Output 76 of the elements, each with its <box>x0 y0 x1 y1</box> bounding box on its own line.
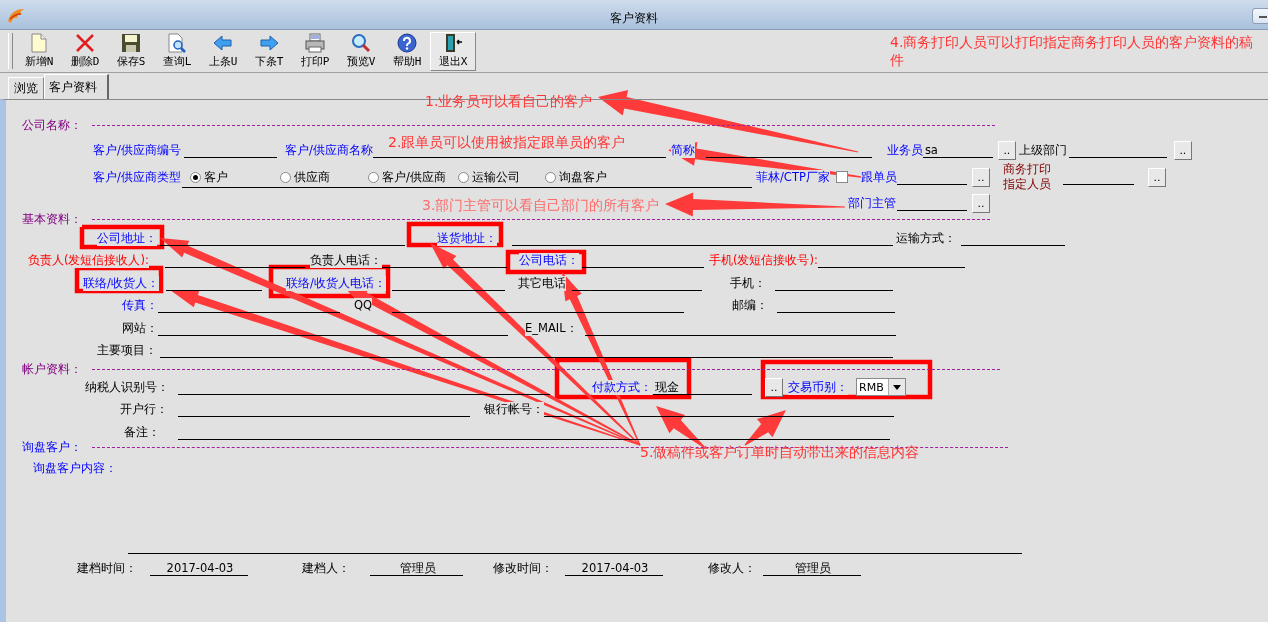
field-label: 简称 <box>670 142 695 158</box>
help-icon <box>397 33 417 53</box>
field-label: 客户/供应商名称 <box>285 142 373 158</box>
field-label: 其它电话 <box>518 275 566 291</box>
window-title: 客户资料 <box>610 10 658 27</box>
section-title: 基本资料： <box>22 211 82 227</box>
exit-door-icon <box>443 33 463 53</box>
radio-button[interactable] <box>190 172 201 183</box>
document-icon <box>29 33 49 53</box>
input-field[interactable]: 2017-04-03 <box>565 560 663 576</box>
delete-icon <box>75 33 95 53</box>
field-label: 负责人(发短信接收人): <box>28 252 149 268</box>
field-label: 商务打印指定人员 <box>1003 162 1054 192</box>
input-field[interactable]: 管理员 <box>370 560 463 576</box>
currency-dropdown[interactable]: RMB <box>856 378 906 396</box>
tab[interactable]: 浏览 <box>8 77 44 99</box>
printer-icon <box>305 33 325 53</box>
radio-option[interactable]: 询盘客户 <box>545 170 607 185</box>
field-label: 联络/收货人电话： <box>286 275 386 291</box>
lookup-button[interactable]: .. <box>1148 167 1166 187</box>
radio-button[interactable] <box>545 172 556 183</box>
save-icon <box>121 33 141 53</box>
toolbar-button[interactable]: 帮助H <box>384 31 430 71</box>
annotation-text: 2.跟单员可以使用被指定跟单员的客户 <box>388 133 626 151</box>
left-arrow-icon <box>213 33 233 53</box>
radio-button[interactable] <box>368 172 379 183</box>
field-label: 付款方式： <box>592 379 652 395</box>
lookup-button[interactable]: .. <box>997 140 1016 160</box>
field-label: 联络/收货人： <box>83 275 159 291</box>
field-label: 手机(发短信接收号): <box>709 252 818 268</box>
lookup-button[interactable]: .. <box>972 167 990 187</box>
toolbar-button[interactable]: 查询L <box>154 31 200 71</box>
annotation-text: 5.做稿件或客户订单时自动带出来的信息内容 <box>640 443 920 461</box>
toolbar-button[interactable]: 新增N <box>16 31 62 71</box>
toolbar-button[interactable]: 预览V <box>338 31 384 71</box>
lookup-button[interactable]: .. <box>972 193 990 213</box>
input-field[interactable]: sa <box>922 142 993 158</box>
field-label: 公司地址： <box>97 230 157 246</box>
field-label: 客户/供应商编号 <box>93 142 181 158</box>
search-icon <box>351 33 371 53</box>
annotation-text: 1.业务员可以看自己的客户 <box>425 92 593 110</box>
field-label: 负责人电话： <box>310 252 382 268</box>
right-arrow-icon <box>259 33 279 53</box>
field-label: 跟单员 <box>861 169 897 185</box>
radio-option[interactable]: 客户 <box>190 170 228 185</box>
toolbar-button[interactable]: 下条T <box>246 31 292 71</box>
checkbox[interactable] <box>836 171 848 183</box>
radio-button[interactable] <box>458 172 469 183</box>
field-label: 上级部门 <box>1018 142 1067 158</box>
annotation-text: 3.部门主管可以看自己部门的所有客户 <box>422 196 660 214</box>
lookup-button[interactable]: .. <box>765 377 783 397</box>
field-label: 送货地址： <box>437 230 497 246</box>
radio-button[interactable] <box>280 172 291 183</box>
input-field[interactable]: 2017-04-03 <box>150 560 248 576</box>
toolbar-button[interactable]: 删除D <box>62 31 108 71</box>
radio-option[interactable]: 供应商 <box>280 170 330 185</box>
input-field[interactable]: 现金 <box>653 379 752 395</box>
arrow <box>744 410 786 446</box>
field-label: 银行帐号： <box>484 401 544 417</box>
tab[interactable]: 客户资料 <box>44 74 109 99</box>
field-label: 业务员 <box>886 142 923 158</box>
toolbar-button[interactable]: 保存S <box>108 31 154 71</box>
annotation-text: 4.商务打印人员可以打印指定商务打印人员的客户资料的稿件 <box>890 33 1255 69</box>
field-label: 客户/供应商类型 <box>93 169 181 185</box>
field-label: 交易币别： <box>788 379 848 395</box>
lookup-button[interactable]: .. <box>1173 140 1192 160</box>
radio-option[interactable]: 客户/供应商 <box>368 170 446 185</box>
toolbar-button[interactable]: 上条U <box>200 31 246 71</box>
input-field[interactable]: 管理员 <box>763 560 861 576</box>
toolbar-button[interactable]: 退出X <box>430 31 476 71</box>
radio-option[interactable]: 运输公司 <box>458 170 520 185</box>
field-label: QQ <box>354 298 373 312</box>
field-label: 菲林/CTP厂家 <box>756 169 830 185</box>
field-label: 部门主管 <box>848 195 896 211</box>
toolbar-button[interactable]: 打印P <box>292 31 338 71</box>
search-document-icon <box>167 33 187 53</box>
